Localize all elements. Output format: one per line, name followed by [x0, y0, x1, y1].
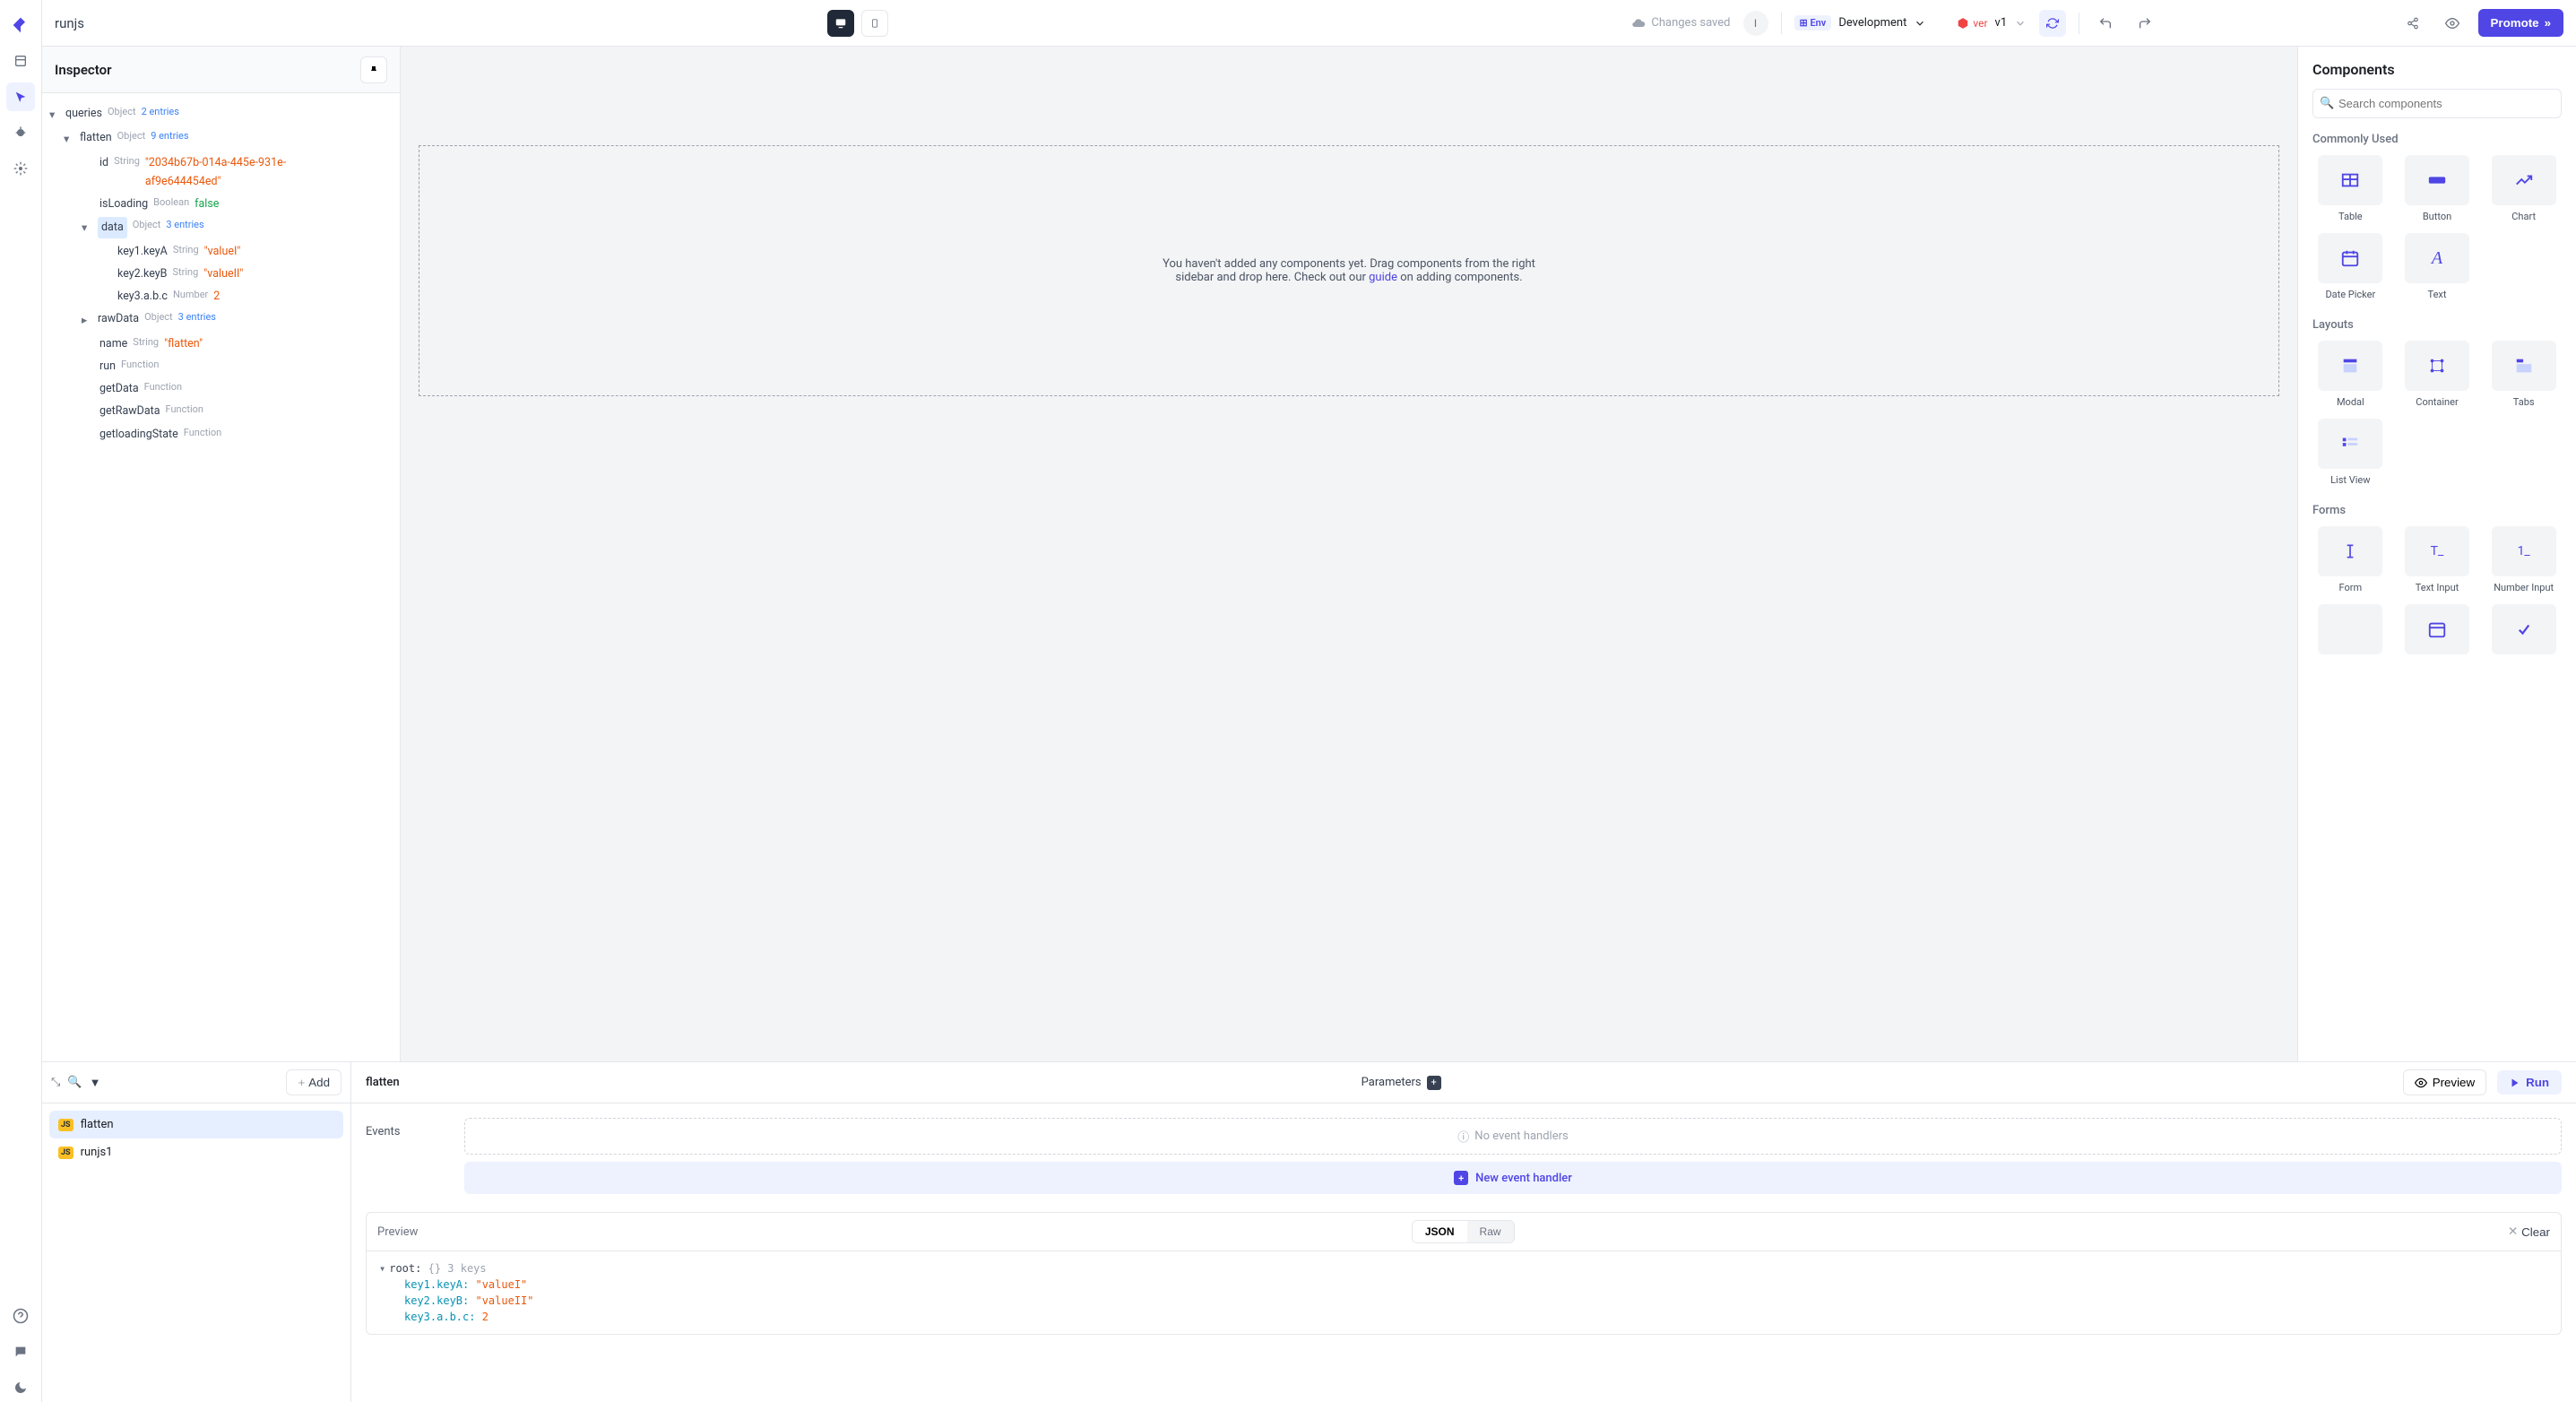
- query-editor: flatten Parameters+ Preview Run Events ⓘ…: [351, 1062, 2576, 1402]
- guide-link[interactable]: guide: [1369, 271, 1397, 284]
- eye-icon[interactable]: [2439, 10, 2466, 37]
- component-tabs[interactable]: Tabs: [2485, 341, 2562, 408]
- user-avatar[interactable]: I: [1743, 11, 1768, 36]
- pages-icon[interactable]: [6, 47, 35, 75]
- js-badge-icon: JS: [58, 1147, 73, 1159]
- component-extra1[interactable]: [2312, 604, 2389, 654]
- mobile-view-icon[interactable]: [861, 10, 888, 37]
- run-button[interactable]: Run: [2497, 1070, 2562, 1095]
- preview-box: Preview JSON Raw ✕ Clear ▾root: {} 3 key…: [366, 1212, 2562, 1335]
- chevron-down-icon: [1914, 17, 1926, 30]
- clear-button[interactable]: ✕ Clear: [2508, 1225, 2550, 1239]
- preview-button[interactable]: Preview: [2403, 1069, 2486, 1095]
- new-event-handler-button[interactable]: +New event handler: [464, 1162, 2562, 1194]
- env-selector[interactable]: ⊞ Env Development: [1794, 15, 1927, 30]
- caret-down-icon[interactable]: ▾: [82, 219, 92, 238]
- plus-icon: +: [1454, 1171, 1468, 1185]
- events-label: Events: [366, 1118, 437, 1138]
- section-forms: Forms: [2312, 504, 2562, 517]
- components-panel: Components 🔍 Commonly Used Table Button …: [2298, 47, 2576, 1061]
- component-modal[interactable]: Modal: [2312, 341, 2389, 408]
- add-query-button[interactable]: +Add: [286, 1069, 341, 1095]
- query-item-runjs1[interactable]: JSrunjs1: [49, 1138, 343, 1166]
- component-listview[interactable]: List View: [2312, 419, 2389, 486]
- undo-icon[interactable]: [2092, 10, 2119, 37]
- gear-icon[interactable]: [6, 154, 35, 183]
- component-table[interactable]: Table: [2312, 155, 2389, 222]
- logo-icon[interactable]: [6, 11, 35, 39]
- redo-icon[interactable]: [2131, 10, 2158, 37]
- inspector-title: Inspector: [55, 62, 111, 78]
- cursor-icon[interactable]: [6, 82, 35, 111]
- component-extra3[interactable]: [2485, 604, 2562, 654]
- preview-title: Preview: [377, 1225, 418, 1239]
- theme-icon[interactable]: [6, 1373, 35, 1402]
- app-name: runjs: [55, 15, 84, 31]
- component-form[interactable]: Form: [2312, 526, 2389, 593]
- component-container[interactable]: Container: [2399, 341, 2476, 408]
- help-icon[interactable]: [6, 1302, 35, 1330]
- cloud-icon: [1631, 16, 1646, 30]
- query-list: ⤡ 🔍 ▼ +Add JSflatten JSrunjs1: [42, 1062, 351, 1402]
- share-icon[interactable]: [2399, 10, 2426, 37]
- preview-mode-toggle[interactable]: JSON Raw: [1412, 1220, 1515, 1243]
- close-icon: ✕: [2508, 1225, 2518, 1239]
- canvas-dropzone[interactable]: You haven't added any components yet. Dr…: [419, 145, 2279, 396]
- components-search-input[interactable]: [2312, 89, 2562, 118]
- sync-button[interactable]: [2039, 10, 2066, 37]
- component-textinput[interactable]: T_Text Input: [2399, 526, 2476, 593]
- save-status: Changes saved: [1631, 16, 1730, 30]
- search-icon[interactable]: 🔍: [67, 1076, 82, 1089]
- component-datepicker[interactable]: Date Picker: [2312, 233, 2389, 300]
- component-chart[interactable]: Chart: [2485, 155, 2562, 222]
- collapse-icon[interactable]: ⤡: [51, 1076, 60, 1089]
- info-icon: ⓘ: [1457, 1128, 1469, 1145]
- pin-button[interactable]: [360, 56, 387, 83]
- desktop-view-icon[interactable]: [827, 10, 854, 37]
- plus-icon: +: [1427, 1076, 1441, 1090]
- parameters-button[interactable]: Parameters+: [1361, 1076, 1441, 1090]
- section-commonly-used: Commonly Used: [2312, 133, 2562, 146]
- caret-down-icon[interactable]: ▾: [379, 1262, 385, 1275]
- component-text[interactable]: AText: [2399, 233, 2476, 300]
- search-icon: 🔍: [2320, 97, 2334, 110]
- no-event-handlers: ⓘNo event handlers: [464, 1118, 2562, 1155]
- env-badge: ⊞ Env: [1794, 15, 1832, 30]
- version-icon: ver: [1957, 17, 1987, 30]
- chevron-down-icon: [2014, 17, 2027, 30]
- bug-icon[interactable]: [6, 118, 35, 147]
- caret-down-icon[interactable]: ▾: [64, 130, 74, 149]
- promote-button[interactable]: Promote »: [2478, 9, 2563, 37]
- raw-tab[interactable]: Raw: [1467, 1221, 1514, 1242]
- section-layouts: Layouts: [2312, 318, 2562, 332]
- components-title: Components: [2312, 61, 2562, 78]
- component-button[interactable]: Button: [2399, 155, 2476, 222]
- topbar: runjs Changes saved I ⊞ Env Development …: [42, 0, 2576, 47]
- preview-body: ▾root: {} 3 keys key1.keyA: "valueI" key…: [367, 1251, 2561, 1334]
- query-item-flatten[interactable]: JSflatten: [49, 1111, 343, 1138]
- js-badge-icon: JS: [58, 1119, 73, 1131]
- left-rail: [0, 0, 42, 1402]
- comment-icon[interactable]: [6, 1337, 35, 1366]
- caret-down-icon[interactable]: ▾: [49, 106, 60, 125]
- query-name: flatten: [366, 1076, 400, 1089]
- canvas[interactable]: You haven't added any components yet. Dr…: [401, 47, 2297, 1061]
- version-selector[interactable]: ver v1: [1957, 16, 2027, 30]
- component-extra2[interactable]: [2399, 604, 2476, 654]
- query-panel: ⤡ 🔍 ▼ +Add JSflatten JSrunjs1 flatten Pa…: [42, 1061, 2576, 1402]
- json-tab[interactable]: JSON: [1413, 1221, 1467, 1242]
- filter-icon[interactable]: ▼: [90, 1076, 101, 1090]
- inspector-tree: ▾queries Object 2 entries ▾flatten Objec…: [42, 93, 400, 1061]
- inspector-header: Inspector: [42, 47, 400, 93]
- caret-right-icon[interactable]: ▸: [82, 311, 92, 330]
- component-numberinput[interactable]: 1_Number Input: [2485, 526, 2562, 593]
